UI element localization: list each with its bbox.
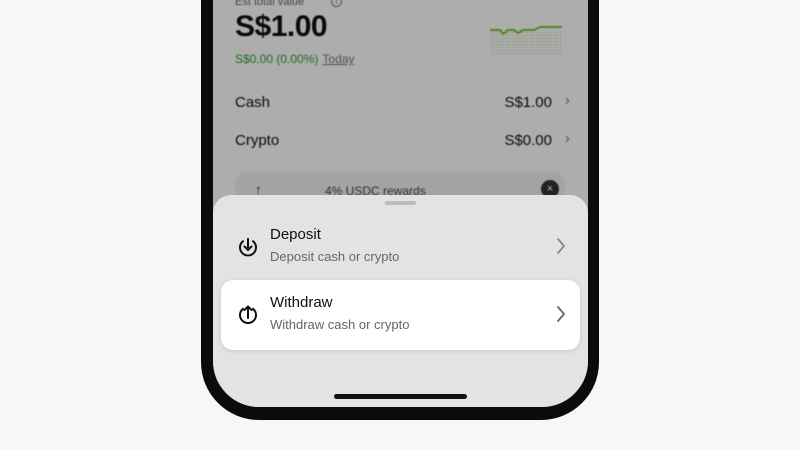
arrow-up-circle-icon: [239, 305, 257, 324]
chevron-right-icon: [557, 238, 565, 254]
withdraw-option[interactable]: Withdraw Withdraw cash or crypto: [221, 280, 580, 350]
home-indicator[interactable]: [334, 394, 467, 399]
option-subtitle: Withdraw cash or crypto: [270, 317, 410, 332]
option-title: Deposit: [270, 226, 321, 243]
option-subtitle: Deposit cash or crypto: [270, 249, 400, 264]
phone-screen: Est total value i S$1.00 S$0.00 (0.00%) T…: [213, 0, 588, 407]
chevron-right-icon: [557, 306, 565, 322]
option-title: Withdraw: [270, 294, 333, 311]
deposit-option[interactable]: Deposit Deposit cash or crypto: [221, 212, 580, 282]
sheet-grabber[interactable]: [385, 201, 416, 205]
arrow-down-circle-icon: [239, 238, 257, 257]
action-sheet: Deposit Deposit cash or crypto Withdraw …: [213, 195, 588, 407]
